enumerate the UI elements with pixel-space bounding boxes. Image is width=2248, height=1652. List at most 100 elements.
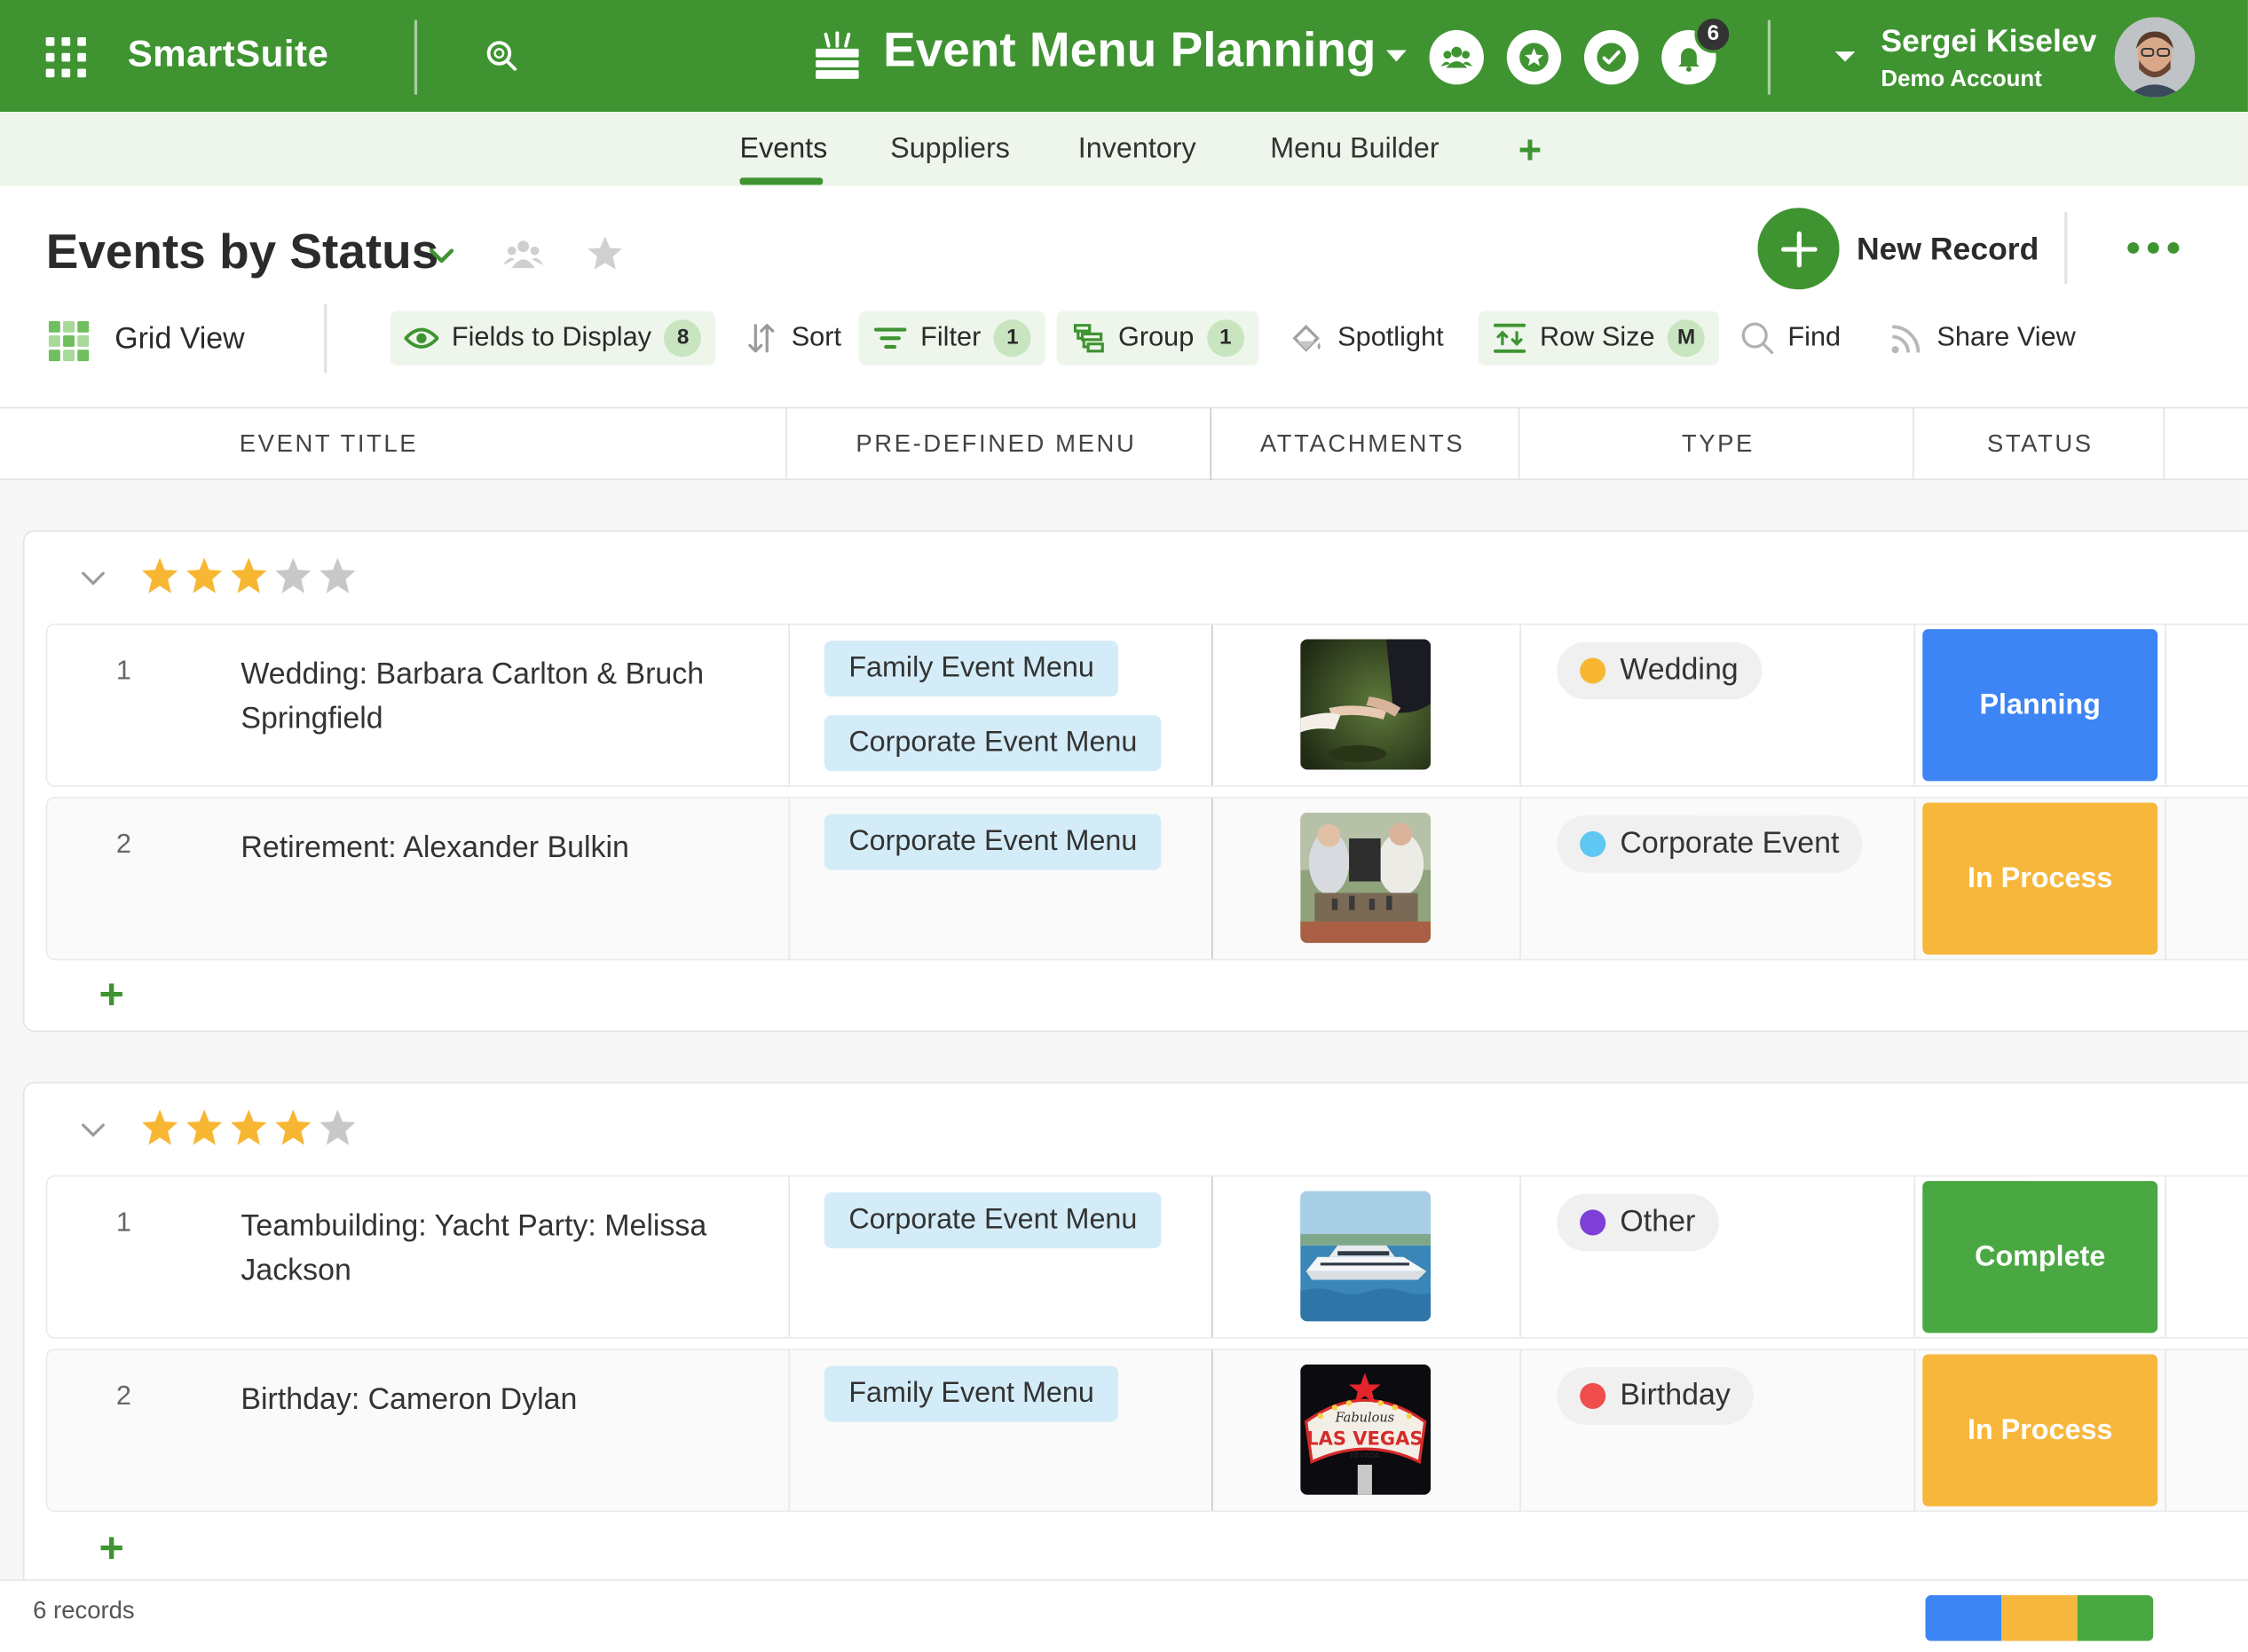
divider [2064,212,2068,284]
type-label: Wedding [1620,653,1739,687]
chevron-down-icon[interactable] [79,1115,107,1144]
menu-tag[interactable]: Corporate Event Menu [824,814,1162,870]
chevron-down-icon[interactable] [79,563,107,592]
cell-divider [1913,625,1916,786]
menu-tag[interactable]: Family Event Menu [824,641,1119,697]
filter-button[interactable]: Filter 1 [858,311,1046,366]
wedding-photo-thumbnail[interactable] [1300,639,1432,770]
grid-view-icon[interactable] [48,320,90,362]
row-number: 1 [115,656,131,687]
new-record-button[interactable] [1757,208,1840,290]
event-title-cell[interactable]: Wedding: Barbara Carlton & Bruch Springf… [241,652,764,741]
fields-to-display-label: Fields to Display [451,322,652,353]
event-title-cell[interactable]: Birthday: Cameron Dylan [241,1377,764,1421]
menu-tag[interactable]: Corporate Event Menu [824,1192,1162,1249]
chess-photo-thumbnail[interactable] [1300,812,1432,943]
filter-count-badge: 1 [993,319,1031,358]
event-title-cell[interactable]: Teambuilding: Yacht Party: Melissa Jacks… [241,1204,764,1293]
filter-icon [873,327,907,350]
cell-divider [1913,798,1916,959]
brand-logo[interactable]: SmartSuite [128,32,329,76]
cell-divider [2165,1176,2166,1338]
status-cell[interactable]: Planning [1922,629,2158,782]
new-record-label[interactable]: New Record [1857,231,2039,268]
check-icon[interactable] [1584,29,1639,85]
cell-divider [1519,1176,1521,1338]
account-chevron-down-icon[interactable] [1834,51,1856,62]
fields-to-display-button[interactable]: Fields to Display 8 [390,311,716,366]
app-window: SmartSuite Event Menu Planning 6 Sergei … [0,0,2248,1652]
status-cell[interactable]: In Process [1922,802,2158,955]
more-options-icon[interactable] [2127,242,2185,256]
column-header-status[interactable]: STATUS [1987,430,2094,459]
tab-menu-builder[interactable]: Menu Builder [1270,133,1439,166]
summary-segment-in-process [2001,1594,2078,1641]
tab-inventory[interactable]: Inventory [1078,133,1196,166]
table-row[interactable]: 1 Teambuilding: Yacht Party: Melissa Jac… [45,1175,2248,1339]
find-button[interactable]: Find [1726,311,1855,366]
cell-divider [1519,625,1521,786]
group-label: Group [1118,322,1195,353]
sort-icon [748,324,775,353]
add-tab-icon[interactable]: + [1518,130,1542,170]
column-divider [785,408,787,481]
chevron-down-icon[interactable] [426,240,458,271]
cell-divider [1211,798,1213,959]
divider [324,303,327,374]
add-row-icon[interactable]: + [99,974,123,1017]
add-row-icon[interactable]: + [99,1527,123,1570]
user-name[interactable]: Sergei Kiselev [1881,23,2096,60]
table-row[interactable]: 2 Retirement: Alexander Bulkin Corporate… [45,797,2248,961]
yacht-photo-thumbnail[interactable] [1300,1191,1432,1322]
view-type-selector[interactable]: Grid View [114,322,244,357]
star-filled-icon [231,557,267,594]
row-size-icon [1493,323,1526,353]
active-tab-indicator [739,177,824,185]
chevron-down-icon[interactable] [1386,50,1407,62]
type-pill[interactable]: Birthday [1557,1367,1754,1425]
collaborators-icon[interactable] [503,233,544,273]
share-view-label: Share View [1936,322,2076,353]
grid-footer: 6 records [0,1579,2248,1652]
group-rating-stars [140,556,357,595]
column-header-pre-defined-menu[interactable]: PRE-DEFINED MENU [856,430,1136,459]
view-title[interactable]: Events by Status [46,225,439,281]
tab-events[interactable]: Events [740,133,828,166]
column-header-event-title[interactable]: EVENT TITLE [240,430,418,459]
status-cell[interactable]: Complete [1922,1181,2158,1333]
status-cell[interactable]: In Process [1922,1354,2158,1506]
type-color-dot [1580,1209,1606,1236]
members-icon[interactable] [1429,29,1484,85]
column-header-attachments[interactable]: ATTACHMENTS [1260,430,1464,459]
share-view-button[interactable]: Share View [1875,311,2090,366]
menu-tag[interactable]: Corporate Event Menu [824,715,1162,772]
search-icon[interactable] [486,40,518,72]
sort-button[interactable]: Sort [730,311,856,366]
type-pill[interactable]: Wedding [1557,641,1762,700]
menu-tag[interactable]: Family Event Menu [824,1365,1119,1422]
cell-divider [2165,798,2166,959]
event-title-cell[interactable]: Retirement: Alexander Bulkin [241,825,764,869]
group-icon [1073,324,1104,353]
tab-suppliers[interactable]: Suppliers [890,133,1010,166]
status-summary-bar[interactable] [1925,1594,2154,1641]
type-color-dot [1580,830,1606,858]
favorite-star-icon[interactable] [585,233,625,273]
type-label: Birthday [1620,1379,1731,1412]
avatar[interactable] [2114,17,2196,98]
spotlight-button[interactable]: Spotlight [1276,311,1458,366]
workspace-title[interactable]: Event Menu Planning [883,23,1376,79]
group-button[interactable]: Group 1 [1056,311,1259,366]
las-vegas-photo-thumbnail[interactable]: Fabulous LAS VEGAS NEVADA [1300,1364,1432,1495]
type-pill[interactable]: Corporate Event [1557,815,1863,873]
type-pill[interactable]: Other [1557,1193,1719,1252]
search-icon [1741,322,1774,355]
star-icon[interactable] [1506,29,1562,85]
column-header-type[interactable]: TYPE [1682,430,1755,459]
star-filled-icon [186,1109,223,1145]
table-row[interactable]: 2 Birthday: Cameron Dylan Family Event M… [45,1349,2248,1513]
row-size-button[interactable]: Row Size M [1478,311,1720,366]
table-row[interactable]: 1 Wedding: Barbara Carlton & Bruch Sprin… [45,623,2248,787]
app-launcher-icon[interactable] [45,37,89,78]
notification-count-badge: 6 [1694,15,1732,53]
